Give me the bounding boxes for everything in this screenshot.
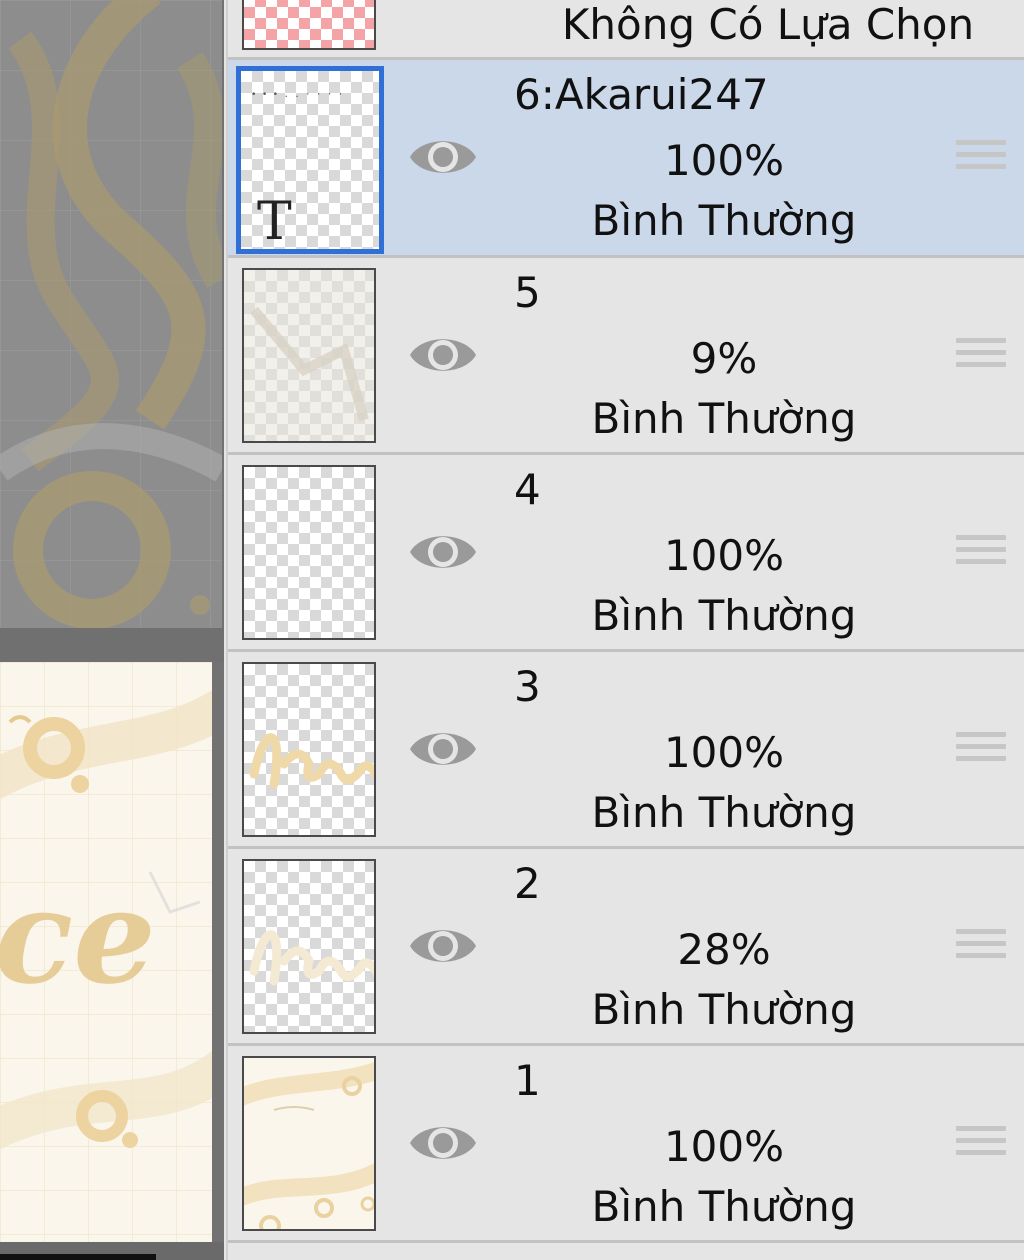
layer-row[interactable]: 1 100% Bình Thường [228,1046,1024,1243]
layer-row[interactable]: • • • . . · · · · T 6:Akarui247 100% Bìn… [228,60,1024,258]
drag-handle-icon[interactable] [956,140,1006,180]
canvas-artwork-zoomed [0,0,222,628]
text-layer-glyph: T [257,192,292,249]
eye-icon[interactable] [408,132,478,182]
layer-blend-mode: Bình Thường [591,591,857,640]
artwork-thumbnail-art [244,1062,374,1229]
layer-name: 4 [514,465,541,514]
layer-blend-mode: Bình Thường [591,985,857,1034]
layer-blend-mode: Bình Thường [591,788,857,837]
canvas-artwork-preview: ce [0,689,212,1150]
layer-opacity: 9% [690,334,758,383]
layer-thumbnail[interactable]: • • • . . · · · · T [236,66,384,254]
canvas-scroll-indicator [0,1254,156,1260]
eye-icon[interactable] [408,527,478,577]
layer-opacity: 100% [663,531,785,580]
faint-layer-thumbnail-art [244,270,374,441]
layer-row[interactable]: 4 100% Bình Thường [228,455,1024,652]
layer-blend-mode: Bình Thường [591,1182,857,1231]
drag-handle-icon[interactable] [956,338,1006,378]
layer-name: 6:Akarui247 [514,70,769,119]
drag-handle-icon[interactable] [956,929,1006,969]
layer-thumbnail[interactable] [242,1056,376,1231]
layer-thumbnail[interactable] [242,268,376,443]
layer-opacity: 100% [663,728,785,777]
layer-opacity: 28% [677,925,771,974]
drag-handle-icon[interactable] [956,732,1006,772]
layer-name: 5 [514,268,541,317]
canvas-area[interactable]: ce [0,0,224,1260]
layer-thumbnail[interactable] [242,662,376,837]
lettering-thumbnail-art [249,733,374,789]
layer-panel: Không Có Lựa Chọn • • • . . · · · · T 6:… [226,0,1024,1260]
selection-label: Không Có Lựa Chọn [561,0,975,49]
eye-icon[interactable] [408,330,478,380]
layer-row[interactable]: 2 28% Bình Thường [228,849,1024,1046]
layer-row[interactable]: 3 100% Bình Thường [228,652,1024,849]
drag-handle-icon[interactable] [956,535,1006,575]
layer-opacity: 100% [663,136,785,185]
faint-lettering-thumbnail-art [249,930,374,986]
layer-blend-mode: Bình Thường [591,394,857,443]
text-layer-thumbnail-art: • • • . . · · · · T [251,90,343,249]
layer-opacity: 100% [663,1122,785,1171]
canvas-divider [0,628,224,662]
layer-name: 1 [514,1056,541,1105]
canvas-zoomed-view[interactable] [0,0,222,628]
eye-icon[interactable] [408,1118,478,1168]
eye-icon[interactable] [408,921,478,971]
layer-blend-mode: Bình Thường [591,196,857,245]
selection-thumbnail [242,0,376,50]
canvas-preview[interactable]: ce [0,662,212,1242]
layer-name: 3 [514,662,541,711]
svg-text:ce: ce [0,860,156,1013]
layer-thumbnail[interactable] [242,859,376,1034]
layer-row[interactable]: 5 9% Bình Thường [228,258,1024,455]
eye-icon[interactable] [408,724,478,774]
selection-layer-row[interactable]: Không Có Lựa Chọn [228,0,1024,60]
layer-name: 2 [514,859,541,908]
drag-handle-icon[interactable] [956,1126,1006,1166]
layer-thumbnail[interactable] [242,465,376,640]
svg-text:• • • . . · · · ·: • • • . . · · · · [251,90,343,100]
